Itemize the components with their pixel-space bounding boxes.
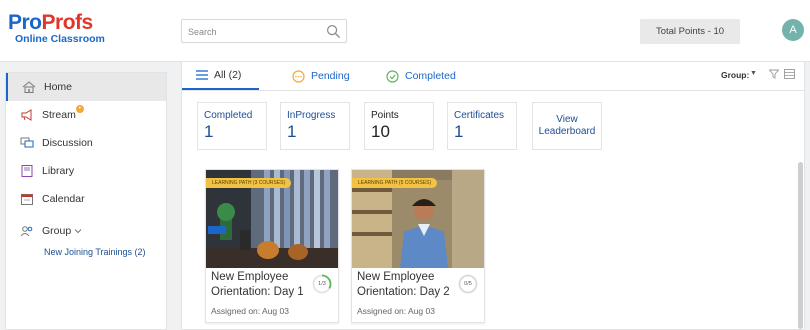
megaphone-icon <box>21 109 32 121</box>
search-input[interactable] <box>188 25 328 38</box>
notification-badge: • <box>75 105 84 113</box>
tab-completed[interactable]: Completed <box>386 62 456 90</box>
stat-label: Completed <box>204 110 253 121</box>
stat-value: 10 <box>371 122 390 141</box>
list-icon <box>196 70 208 80</box>
course-thumbnail-presenter: LEARNING PATH (5 COURSES) <box>352 170 484 268</box>
view-leaderboard-button[interactable]: View Leaderboard <box>532 102 602 150</box>
check-circle-icon <box>386 69 399 83</box>
assigned-date: Assigned on: Aug 03 <box>211 306 289 316</box>
course-title[interactable]: New Employee Orientation: Day 2 <box>357 270 455 300</box>
home-icon <box>22 81 36 93</box>
tab-all[interactable]: All (2) <box>182 62 259 90</box>
sidebar-item-library[interactable]: Library <box>6 157 166 185</box>
chevron-down-icon <box>74 229 82 234</box>
stat-points[interactable]: Points 10 <box>364 102 434 150</box>
search-icon[interactable] <box>326 24 341 39</box>
chat-icon <box>20 137 34 148</box>
sidebar-item-calendar[interactable]: Calendar <box>6 185 166 213</box>
stat-label: Points <box>371 110 399 121</box>
sidebar-item-discussion[interactable]: Discussion <box>6 129 166 157</box>
course-card[interactable]: LEARNING PATH (5 COURSES) New Employee O… <box>351 169 485 323</box>
sidebar-item-stream[interactable]: Stream • <box>6 101 166 129</box>
sidebar-item-label: Stream <box>42 109 76 121</box>
leaderboard-line2: Leaderboard <box>538 126 596 137</box>
book-icon <box>21 165 33 177</box>
stat-label: InProgress <box>287 110 336 121</box>
logo-text-profs: Profs <box>41 11 94 34</box>
sidebar-item-home[interactable]: Home <box>6 73 166 101</box>
stat-label: Certificates <box>454 110 505 121</box>
sidebar-item-label: Calendar <box>42 193 85 205</box>
stat-certificates[interactable]: Certificates 1 <box>447 102 517 150</box>
sidebar-item-group[interactable]: Group <box>6 217 166 245</box>
tab-all-label: All (2) <box>214 69 242 81</box>
course-card[interactable]: LEARNING PATH (3 COURSES) New Employee O… <box>205 169 339 323</box>
stat-value: 1 <box>204 122 214 141</box>
search-box <box>181 19 347 43</box>
learning-path-tag: LEARNING PATH (3 COURSES) <box>206 178 292 188</box>
course-thumbnail-office: LEARNING PATH (3 COURSES) <box>206 170 338 268</box>
sidebar-item-label: Group <box>42 225 72 237</box>
stat-value: 1 <box>454 122 464 141</box>
main-panel: All (2) Pending Completed Group: ▼ Compl… <box>181 61 805 330</box>
leaderboard-line1: View <box>556 114 578 125</box>
tab-completed-label: Completed <box>405 70 456 82</box>
group-filter-label[interactable]: Group: <box>721 70 749 80</box>
scrollbar[interactable] <box>798 162 803 329</box>
group-icon <box>20 226 33 237</box>
stat-value: 1 <box>287 122 297 141</box>
stat-inprogress[interactable]: InProgress 1 <box>280 102 350 150</box>
logo-text-pro: Pro <box>8 11 42 34</box>
progress-text: 0/5 <box>464 281 472 287</box>
assigned-date: Assigned on: Aug 03 <box>357 306 435 316</box>
pending-icon <box>292 69 305 83</box>
caret-down-icon[interactable]: ▼ <box>750 70 757 77</box>
logo-subtitle: Online Classroom <box>15 33 105 45</box>
proprofs-logo[interactable]: ProProfs Online Classroom <box>8 12 118 48</box>
progress-text: 1/3 <box>318 281 326 287</box>
sidebar: Home Stream • Discussion Library Calenda… <box>5 72 167 330</box>
avatar[interactable]: A <box>782 19 804 41</box>
top-header: ProProfs Online Classroom Total Points -… <box>0 0 810 62</box>
sidebar-item-label: Discussion <box>42 137 93 149</box>
grid-view-icon[interactable] <box>784 69 795 79</box>
tab-pending-label: Pending <box>311 70 350 82</box>
sidebar-item-label: Home <box>44 81 73 93</box>
learning-path-tag: LEARNING PATH (5 COURSES) <box>352 178 438 188</box>
calendar-icon <box>21 194 33 205</box>
filter-icon[interactable] <box>769 69 779 79</box>
stat-completed[interactable]: Completed 1 <box>197 102 267 150</box>
sidebar-item-label: Library <box>42 165 75 177</box>
total-points-button[interactable]: Total Points - 10 <box>640 19 740 44</box>
tab-pending[interactable]: Pending <box>292 62 350 90</box>
group-link-new-joining-trainings[interactable]: New Joining Trainings (2) <box>44 247 146 257</box>
course-title[interactable]: New Employee Orientation: Day 1 <box>211 270 309 300</box>
filter-tabs: All (2) Pending Completed Group: ▼ <box>182 62 804 91</box>
